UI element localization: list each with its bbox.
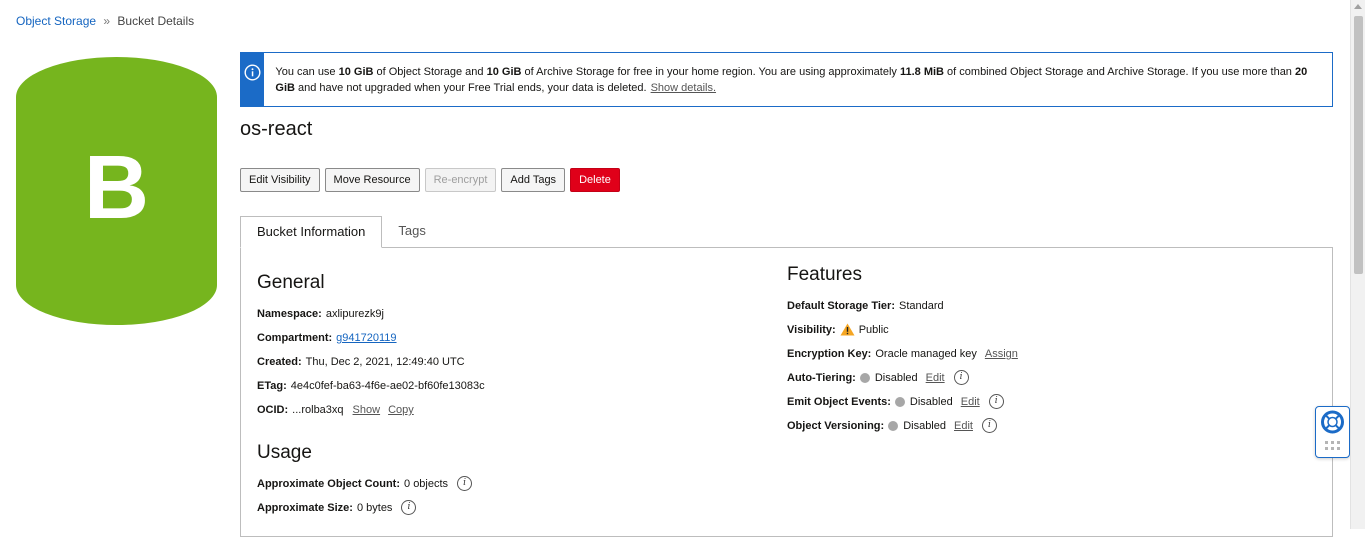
bucket-letter: B [84, 138, 149, 238]
storage-tier-row: Default Storage Tier: Standard [787, 298, 1018, 322]
object-events-value: Disabled [909, 396, 953, 408]
assign-key-link[interactable]: Assign [985, 346, 1018, 362]
visibility-row: Visibility: Public [787, 322, 1018, 346]
encryption-value: Oracle managed key [875, 348, 977, 360]
compartment-row: Compartment: g941720119 [257, 330, 485, 354]
scroll-up-arrow[interactable] [1354, 4, 1362, 9]
usage-title: Usage [257, 442, 312, 463]
page-scrollbar[interactable] [1350, 0, 1365, 529]
bucket-information-panel: General Namespace: axlipurezk9j Compartm… [240, 247, 1333, 537]
info-banner-bar [241, 53, 265, 106]
encryption-row: Encryption Key: Oracle managed key Assig… [787, 346, 1018, 370]
help-icon[interactable]: i [401, 500, 417, 515]
scrollbar-thumb[interactable] [1354, 16, 1363, 274]
status-dot [894, 397, 905, 407]
delete-button[interactable]: Delete [570, 168, 620, 192]
tab-bucket-information[interactable]: Bucket Information [240, 216, 383, 248]
auto-tiering-label: Auto-Tiering: [787, 372, 856, 384]
reencrypt-button: Re-encrypt [424, 168, 497, 192]
info-icon [244, 64, 261, 81]
etag-label: ETag: [257, 380, 287, 392]
add-tags-button[interactable]: Add Tags [501, 168, 566, 192]
banner-bold-2: 10 GiB [486, 66, 522, 78]
action-bar: Edit Visibility Move Resource Re-encrypt… [240, 168, 620, 192]
etag-row: ETag: 4e4c0fef-ba63-4f6e-ae02-bf60fe1308… [257, 378, 485, 402]
banner-text-3: of Archive Storage for free in your home… [521, 66, 900, 78]
help-icon[interactable]: i [953, 370, 969, 385]
features-title: Features [787, 264, 862, 285]
lifebuoy-icon[interactable] [1316, 407, 1349, 439]
breadcrumb: Object Storage » Bucket Details [16, 14, 194, 28]
status-dot [888, 421, 899, 431]
grip-icon[interactable] [1325, 441, 1341, 453]
banner-bold-3: 11.8 MiB [899, 66, 944, 78]
object-count-label: Approximate Object Count: [257, 478, 401, 490]
breadcrumb-separator: » [103, 14, 111, 28]
breadcrumb-object-storage-link[interactable]: Object Storage [16, 14, 96, 28]
free-tier-info-banner: You can use 10 GiB of Object Storage and… [240, 52, 1333, 107]
namespace-row: Namespace: axlipurezk9j [257, 306, 485, 330]
breadcrumb-current: Bucket Details [117, 14, 195, 28]
usage-section: Usage Approximate Object Count: 0 object… [257, 442, 485, 524]
tab-tags[interactable]: Tags [382, 216, 441, 248]
ocid-row: OCID: ...rolba3xq Show Copy [257, 402, 485, 426]
size-value: 0 bytes [356, 502, 393, 514]
compartment-label: Compartment: [257, 332, 333, 344]
storage-tier-label: Default Storage Tier: [787, 300, 895, 312]
help-icon[interactable]: i [988, 394, 1004, 409]
page-title: os-react [240, 118, 313, 140]
namespace-label: Namespace: [257, 308, 322, 320]
size-label: Approximate Size: [257, 502, 353, 514]
banner-text-4: of combined Object Storage and Archive S… [944, 66, 1295, 78]
ocid-label: OCID: [257, 404, 289, 416]
help-icon[interactable]: i [457, 476, 473, 491]
compartment-link[interactable]: g941720119 [336, 330, 396, 346]
object-versioning-value: Disabled [903, 420, 946, 432]
general-section: General Namespace: axlipurezk9j Compartm… [257, 272, 485, 524]
created-label: Created: [257, 356, 302, 368]
auto-tiering-row: Auto-Tiering: Disabled Edit i [787, 370, 1018, 394]
status-dot [859, 373, 870, 383]
storage-tier-value: Standard [899, 300, 944, 312]
namespace-value: axlipurezk9j [325, 308, 384, 320]
ocid-copy-link[interactable]: Copy [388, 402, 414, 418]
banner-text-5: and have not upgraded when your Free Tri… [294, 82, 647, 94]
object-versioning-label: Object Versioning: [787, 420, 885, 432]
encryption-label: Encryption Key: [787, 348, 872, 360]
bucket-icon: B [16, 57, 217, 325]
ocid-value: ...rolba3xq [292, 404, 344, 416]
etag-value: 4e4c0fef-ba63-4f6e-ae02-bf60fe13083c [290, 380, 485, 392]
general-title: General [257, 272, 325, 293]
object-count-value: 0 objects [404, 478, 449, 490]
size-row: Approximate Size: 0 bytes i [257, 500, 485, 524]
auto-tiering-edit-link[interactable]: Edit [926, 370, 945, 386]
created-row: Created: Thu, Dec 2, 2021, 12:49:40 UTC [257, 354, 485, 378]
tab-bar: Bucket Information Tags [240, 216, 442, 248]
warning-icon [840, 323, 855, 336]
help-widget[interactable] [1315, 406, 1350, 458]
banner-text-2: of Object Storage and [373, 66, 487, 78]
features-section: Features Default Storage Tier: Standard … [787, 264, 1018, 442]
visibility-label: Visibility: [787, 324, 836, 336]
created-value: Thu, Dec 2, 2021, 12:49:40 UTC [305, 356, 465, 368]
object-events-row: Emit Object Events: Disabled Edit i [787, 394, 1018, 418]
banner-bold-1: 10 GiB [338, 66, 374, 78]
object-versioning-row: Object Versioning: Disabled Edit i [787, 418, 1018, 442]
object-events-label: Emit Object Events: [787, 396, 891, 408]
show-details-link[interactable]: Show details. [651, 82, 716, 94]
banner-text-1: You can use [275, 66, 339, 78]
visibility-value: Public [858, 324, 889, 336]
move-resource-button[interactable]: Move Resource [324, 168, 420, 192]
info-banner-text: You can use 10 GiB of Object Storage and… [264, 53, 1332, 106]
help-icon[interactable]: i [981, 418, 997, 433]
object-versioning-edit-link[interactable]: Edit [954, 418, 973, 434]
object-events-edit-link[interactable]: Edit [961, 394, 980, 410]
ocid-show-link[interactable]: Show [353, 402, 381, 418]
auto-tiering-value: Disabled [874, 372, 918, 384]
edit-visibility-button[interactable]: Edit Visibility [240, 168, 320, 192]
object-count-row: Approximate Object Count: 0 objects i [257, 476, 485, 500]
